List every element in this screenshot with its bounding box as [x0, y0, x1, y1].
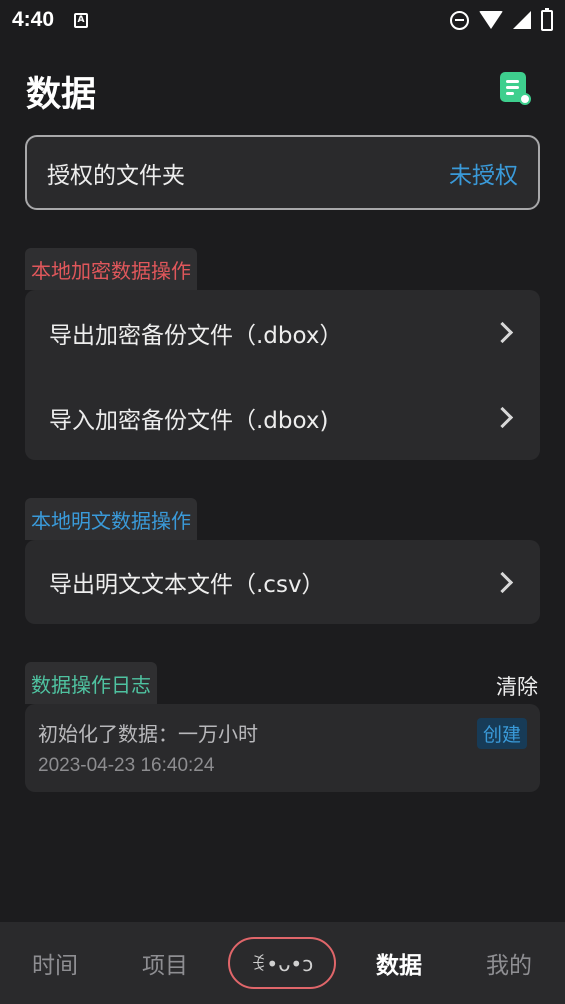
authorized-folder-label: 授权的文件夹 [47, 162, 185, 189]
chevron-right-icon [491, 571, 514, 593]
export-plaintext-csv-label: 导出明文文本文件（.csv） [49, 572, 325, 598]
import-encrypted-backup-label: 导入加密备份文件（.dbox) [49, 407, 329, 434]
encrypted-card: 导出加密备份文件（.dbox） 导入加密备份文件（.dbox) [25, 290, 540, 460]
nav-tab-projects[interactable]: 项目 [132, 922, 198, 1004]
nav-tab-time[interactable]: 时间 [22, 922, 88, 1004]
log-entry-text: 初始化了数据：一万小时 [38, 722, 258, 746]
cell-signal-icon [513, 11, 531, 29]
authorization-status: 未授权 [449, 162, 518, 189]
page-title: 数据 [26, 75, 97, 115]
log-entry-time: 2023-04-23 16:40:24 [38, 755, 215, 776]
accessibility-notification-icon: A [74, 12, 89, 28]
plaintext-card: 导出明文文本文件（.csv） [25, 540, 540, 624]
nav-tab-mine[interactable]: 我的 [476, 922, 542, 1004]
encrypted-section-tag: 本地加密数据操作 [25, 248, 197, 290]
export-encrypted-backup-row[interactable]: 导出加密备份文件（.dbox） [25, 290, 540, 375]
note-edit-icon[interactable] [500, 72, 531, 105]
status-bar: 4:40 A [0, 0, 565, 40]
plaintext-section-tag: 本地明文数据操作 [25, 498, 197, 540]
log-entry: 初始化了数据：一万小时 2023-04-23 16:40:24 创建 [25, 704, 540, 792]
do-not-disturb-icon [450, 10, 469, 30]
export-plaintext-csv-row[interactable]: 导出明文文本文件（.csv） [25, 540, 540, 624]
nav-tab-data[interactable]: 数据 [366, 922, 432, 1004]
log-entry-badge: 创建 [476, 718, 527, 749]
wifi-icon [479, 11, 503, 29]
chevron-right-icon [491, 321, 514, 344]
clear-log-button[interactable]: 清除 [496, 671, 538, 701]
authorized-folder-row[interactable]: 授权的文件夹 未授权 [25, 135, 540, 210]
battery-icon [541, 7, 553, 31]
status-icons [450, 7, 553, 31]
a-icon-letter: A [77, 15, 85, 25]
bottom-nav: 时间 项目 ꉂ•ᴗ•ↄ 数据 我的 [0, 922, 565, 1004]
nav-center-button[interactable]: ꉂ•ᴗ•ↄ [228, 937, 336, 989]
log-section-tag: 数据操作日志 [25, 662, 157, 704]
export-encrypted-backup-label: 导出加密备份文件（.dbox） [49, 322, 343, 349]
import-encrypted-backup-row[interactable]: 导入加密备份文件（.dbox) [25, 375, 540, 460]
chevron-right-icon [491, 406, 514, 429]
status-time: 4:40 [12, 8, 55, 31]
